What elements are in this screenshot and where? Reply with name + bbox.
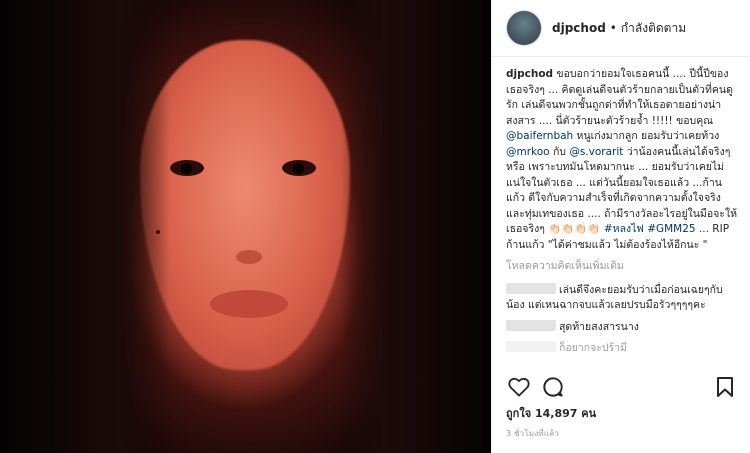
post-header: djpchod • กำลังติดตาม <box>492 0 750 57</box>
post-timestamp[interactable]: 3 ชั่วโมงที่แล้ว <box>506 427 559 440</box>
hashtag-longfai[interactable]: #หลงไฟ <box>604 223 644 235</box>
comment-text: ก็อยากจะปร้ามี <box>559 342 627 354</box>
comment-item: ก็อยากจะปร้ามี <box>506 341 738 357</box>
comment-item: สุดท้ายสงสารนาง <box>506 319 738 336</box>
nose <box>236 250 262 264</box>
mole <box>156 230 160 234</box>
action-bar <box>506 374 738 400</box>
bookmark-icon[interactable] <box>712 374 738 400</box>
load-more-comments-link[interactable]: โหลดความคิดเห็นเพิ่มเติม <box>506 259 738 275</box>
caption-text-4: ว่าน้องคนนี้เล่นได้จริงๆหรือ เพราะบทมันโ… <box>506 145 737 236</box>
heart-outline-icon[interactable] <box>506 374 532 400</box>
face-area <box>140 40 350 370</box>
comments-section[interactable]: djpchod ขอบอกว่ายอมใจเธอคนนี้ .... ปีนี้… <box>492 57 750 367</box>
header-username[interactable]: djpchod <box>552 21 606 35</box>
caption-text-3: กับ <box>549 145 570 158</box>
following-button[interactable]: กำลังติดตาม <box>621 19 686 38</box>
avatar[interactable] <box>506 10 542 46</box>
hashtag-gmm25[interactable]: #GMM25 <box>647 223 695 235</box>
right-eye <box>282 160 316 176</box>
post-side-panel: djpchod • กำลังติดตาม djpchod ขอบอกว่ายอ… <box>491 0 750 453</box>
caption-username[interactable]: djpchod <box>506 68 553 80</box>
mention-svorarit[interactable]: @s.vorarit <box>569 146 623 158</box>
likes-count[interactable]: ถูกใจ 14,897 คน <box>506 404 596 422</box>
hair-left <box>0 0 170 453</box>
caption: djpchod ขอบอกว่ายอมใจเธอคนนี้ .... ปีนี้… <box>506 67 738 253</box>
hair-right <box>341 0 491 453</box>
comment-text: สุดท้ายสงสารนาง <box>559 320 639 333</box>
separator-dot: • <box>609 21 617 35</box>
comment-item: เล่นดีจึงคะยอมรับว่าเมื่อก่อนเฉยๆกับน้อง… <box>506 282 738 314</box>
header-user-info: djpchod • กำลังติดตาม <box>552 19 686 38</box>
blurred-username <box>506 341 556 352</box>
mention-baifernbah[interactable]: @baifernbah <box>506 130 573 142</box>
left-eye <box>170 160 204 176</box>
blurred-username <box>506 319 556 331</box>
lips <box>210 290 288 318</box>
speech-bubble-icon[interactable] <box>540 374 566 400</box>
caption-text-2: หนูเก่งมากลูก ยอมรับว่าเคยท้วง <box>573 130 720 142</box>
post-photo[interactable] <box>0 0 491 453</box>
mention-mrkoo[interactable]: @mrkoo <box>506 146 550 158</box>
blurred-username <box>506 282 556 294</box>
